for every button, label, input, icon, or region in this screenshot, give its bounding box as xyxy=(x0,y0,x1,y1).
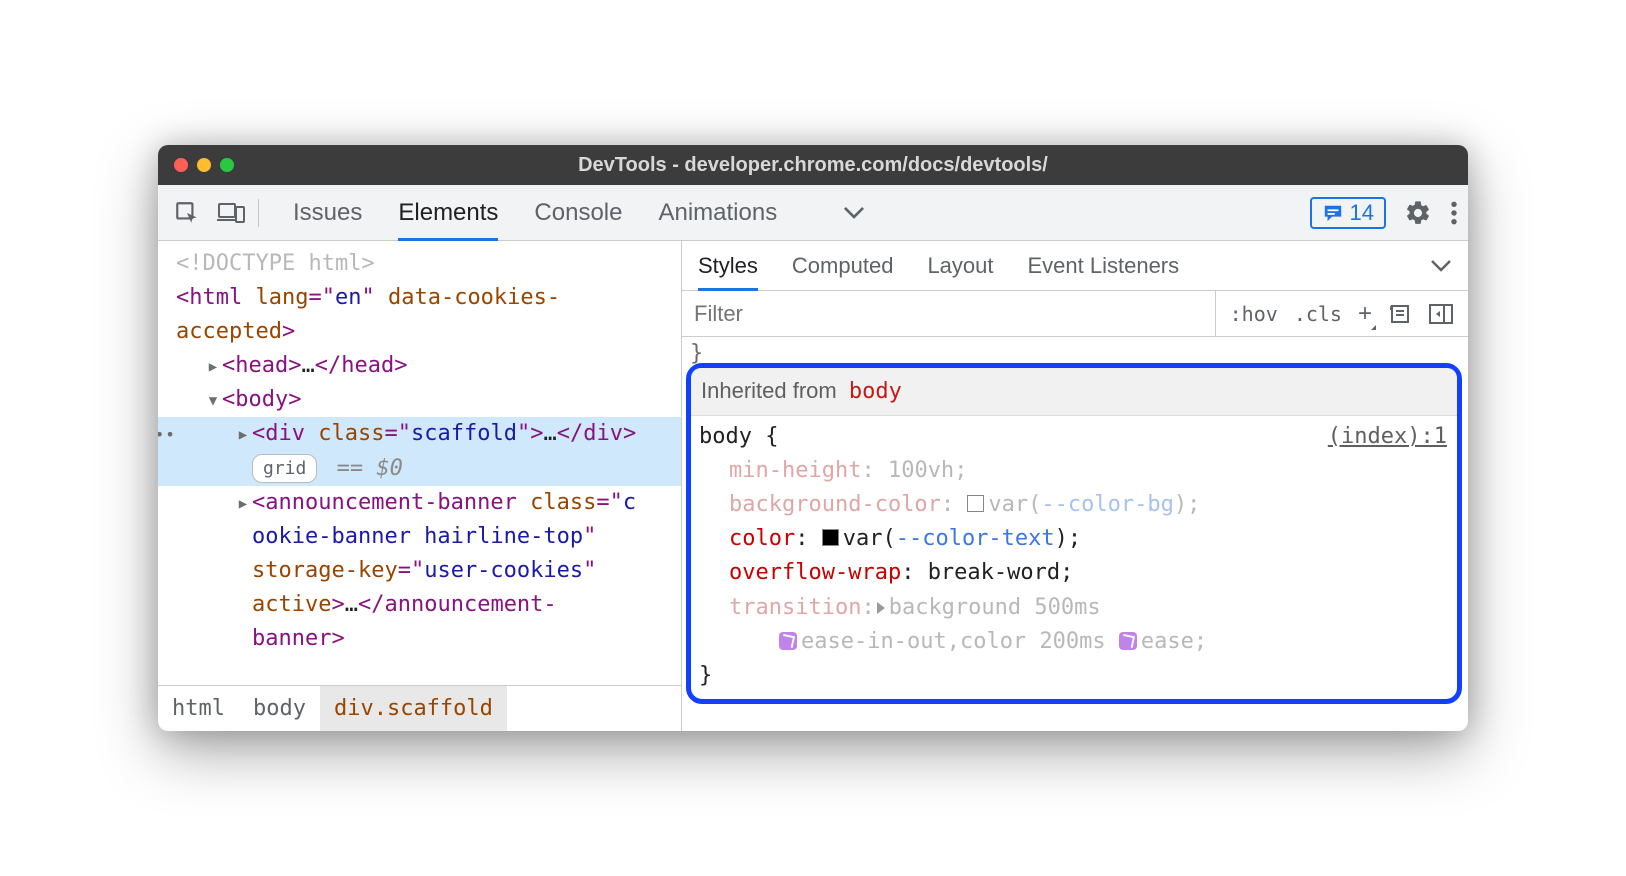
dom-html-open[interactable]: <html lang="en" data-cookies- xyxy=(176,281,681,315)
collapse-icon[interactable]: ▼ xyxy=(206,391,220,413)
new-style-rule-icon[interactable]: + xyxy=(1358,300,1372,328)
tab-issues[interactable]: Issues xyxy=(293,185,362,240)
dom-tree[interactable]: <!DOCTYPE html> <html lang="en" data-coo… xyxy=(158,241,681,685)
styles-filter-row: :hov .cls + xyxy=(682,291,1468,337)
expand-icon[interactable]: ▶ xyxy=(236,425,250,447)
expand-icon[interactable]: ▶ xyxy=(236,494,250,516)
tab-console[interactable]: Console xyxy=(534,185,622,240)
computed-styles-icon[interactable] xyxy=(1388,303,1412,325)
more-styles-tabs-icon[interactable] xyxy=(1430,259,1452,273)
tab-styles[interactable]: Styles xyxy=(698,241,758,290)
toolbar-right: 14 xyxy=(1310,197,1458,229)
breadcrumb-html[interactable]: html xyxy=(158,686,239,731)
cls-toggle[interactable]: .cls xyxy=(1294,302,1342,326)
decl-color[interactable]: color: var(--color-text); xyxy=(729,522,1447,556)
dom-announcement-banner[interactable]: ▶<announcement-banner class="c xyxy=(176,486,681,520)
inherited-header: Inherited from body xyxy=(691,368,1457,416)
dom-banner-cont1[interactable]: ookie-banner hairline-top" xyxy=(176,520,681,554)
dom-selected-node[interactable]: ••• ▶<div class="scaffold">…</div> grid … xyxy=(158,417,681,485)
window-title: DevTools - developer.chrome.com/docs/dev… xyxy=(158,154,1468,177)
expand-icon[interactable]: ▶ xyxy=(206,357,220,379)
styles-body: } Inherited from body body { (index):1 m… xyxy=(682,337,1468,731)
filter-actions: :hov .cls + xyxy=(1216,300,1468,328)
device-toolbar-icon[interactable] xyxy=(212,194,250,232)
decl-min-height[interactable]: min-height: 100vh; xyxy=(729,454,1447,488)
expand-shorthand-icon[interactable] xyxy=(877,602,885,614)
dom-body-open[interactable]: ▼<body> xyxy=(176,383,681,417)
devtools-window: DevTools - developer.chrome.com/docs/dev… xyxy=(158,145,1468,731)
hov-toggle[interactable]: :hov xyxy=(1230,302,1278,326)
toggle-sidebar-icon[interactable] xyxy=(1428,303,1454,325)
zoom-window-button[interactable] xyxy=(220,158,234,172)
color-swatch-icon[interactable] xyxy=(967,495,984,512)
breadcrumb-body[interactable]: body xyxy=(239,686,320,731)
bezier-editor-icon[interactable] xyxy=(1119,632,1137,650)
rule-selector[interactable]: body { xyxy=(699,420,778,454)
chat-bubble-icon xyxy=(1322,203,1344,223)
main-toolbar: Issues Elements Console Animations 14 xyxy=(158,185,1468,241)
node-actions-icon[interactable]: ••• xyxy=(158,423,176,448)
color-swatch-icon[interactable] xyxy=(822,529,839,546)
console-ref: == $0 xyxy=(337,456,403,481)
decl-overflow-wrap[interactable]: overflow-wrap: break-word; xyxy=(729,556,1447,590)
tab-event-listeners[interactable]: Event Listeners xyxy=(1028,241,1180,290)
decl-background-color[interactable]: background-color: var(--color-bg); xyxy=(729,488,1447,522)
dom-html-open-cont[interactable]: accepted> xyxy=(176,315,681,349)
issues-count: 14 xyxy=(1350,200,1374,226)
tab-layout[interactable]: Layout xyxy=(927,241,993,290)
issues-count-button[interactable]: 14 xyxy=(1310,197,1386,229)
elements-panel: <!DOCTYPE html> <html lang="en" data-coo… xyxy=(158,241,682,731)
tab-computed[interactable]: Computed xyxy=(792,241,894,290)
titlebar: DevTools - developer.chrome.com/docs/dev… xyxy=(158,145,1468,185)
bezier-editor-icon[interactable] xyxy=(779,632,797,650)
styles-tabs: Styles Computed Layout Event Listeners xyxy=(682,241,1468,291)
settings-icon[interactable] xyxy=(1404,199,1432,227)
dom-banner-cont3[interactable]: active>…</announcement- xyxy=(176,588,681,622)
rule-close-brace: } xyxy=(691,659,1457,693)
breadcrumb: html body div.scaffold xyxy=(158,685,681,731)
styles-filter-input[interactable] xyxy=(682,291,1216,336)
close-window-button[interactable] xyxy=(174,158,188,172)
rule-declarations: min-height: 100vh; background-color: var… xyxy=(691,454,1457,659)
decl-transition[interactable]: transition:background 500ms xyxy=(729,591,1447,625)
breadcrumb-selected[interactable]: div.scaffold xyxy=(320,686,507,731)
inspect-element-icon[interactable] xyxy=(168,194,206,232)
content-area: <!DOCTYPE html> <html lang="en" data-coo… xyxy=(158,241,1468,731)
tab-elements[interactable]: Elements xyxy=(398,185,498,240)
dom-banner-cont4[interactable]: banner> xyxy=(176,622,681,656)
rule-header: body { (index):1 xyxy=(691,416,1457,454)
rule-source-link[interactable]: (index):1 xyxy=(1328,420,1447,454)
tab-animations[interactable]: Animations xyxy=(658,185,777,240)
styles-panel: Styles Computed Layout Event Listeners :… xyxy=(682,241,1468,731)
dom-head[interactable]: ▶<head>…</head> xyxy=(176,349,681,383)
grid-badge[interactable]: grid xyxy=(252,454,317,484)
more-menu-icon[interactable] xyxy=(1450,200,1458,226)
toolbar-divider xyxy=(258,199,259,227)
decl-transition-cont[interactable]: ease-in-out,color 200ms ease; xyxy=(729,625,1447,659)
dom-banner-cont2[interactable]: storage-key="user-cookies" xyxy=(176,554,681,588)
dom-doctype[interactable]: <!DOCTYPE html> xyxy=(176,247,681,281)
traffic-lights xyxy=(158,158,234,172)
inherited-from-element[interactable]: body xyxy=(849,379,902,404)
minimize-window-button[interactable] xyxy=(197,158,211,172)
more-tabs-icon[interactable] xyxy=(843,206,865,220)
panel-tabs: Issues Elements Console Animations xyxy=(293,185,1304,240)
inherited-rule-highlight: Inherited from body body { (index):1 min… xyxy=(686,363,1462,704)
